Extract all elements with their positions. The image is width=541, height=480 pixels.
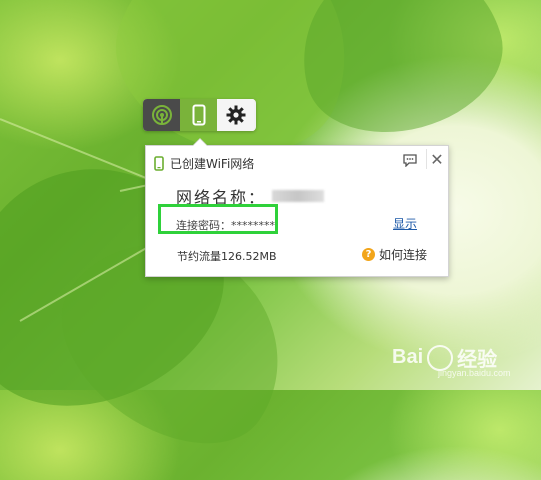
watermark-brand: Bai — [392, 346, 424, 368]
tab-wifi-hotspot[interactable] — [143, 99, 180, 131]
message-button[interactable] — [402, 152, 418, 168]
traffic-saved: 节约流量126.52MB — [177, 248, 277, 264]
password-label: 连接密码： — [176, 219, 231, 232]
tab-phone[interactable] — [180, 99, 217, 131]
watermark-url: jingyan.baidu.com — [438, 368, 511, 378]
popup-title: 已创建WiFi网络 — [170, 157, 255, 171]
gear-icon — [226, 105, 245, 125]
wifi-hotspot-icon — [151, 105, 172, 125]
popup-title-row: 已创建WiFi网络 — [154, 155, 254, 172]
help-label: 如何连接 — [379, 248, 428, 262]
phone-icon — [192, 104, 205, 126]
tab-settings[interactable] — [217, 99, 254, 131]
close-button[interactable]: ✕ — [426, 149, 447, 169]
close-icon: ✕ — [430, 149, 444, 169]
wifi-status-popup: 已创建WiFi网络 ✕ 网络名称： 连接密码：******** 显示 节约流量1… — [145, 138, 449, 277]
how-to-connect-link[interactable]: ? 如何连接 — [362, 246, 427, 263]
network-name-value-redacted — [272, 190, 325, 202]
show-password-link[interactable]: 显示 — [393, 215, 417, 232]
traffic-value: 126.52MB — [221, 250, 277, 263]
traffic-label: 节约流量 — [177, 250, 221, 263]
wifi-toolbar — [143, 99, 256, 131]
phone-icon — [154, 156, 164, 171]
password-row: 连接密码：******** — [176, 217, 275, 233]
chat-icon — [403, 153, 417, 167]
help-icon: ? — [362, 248, 375, 261]
paw-icon — [427, 344, 454, 371]
password-value: ******** — [231, 219, 275, 232]
